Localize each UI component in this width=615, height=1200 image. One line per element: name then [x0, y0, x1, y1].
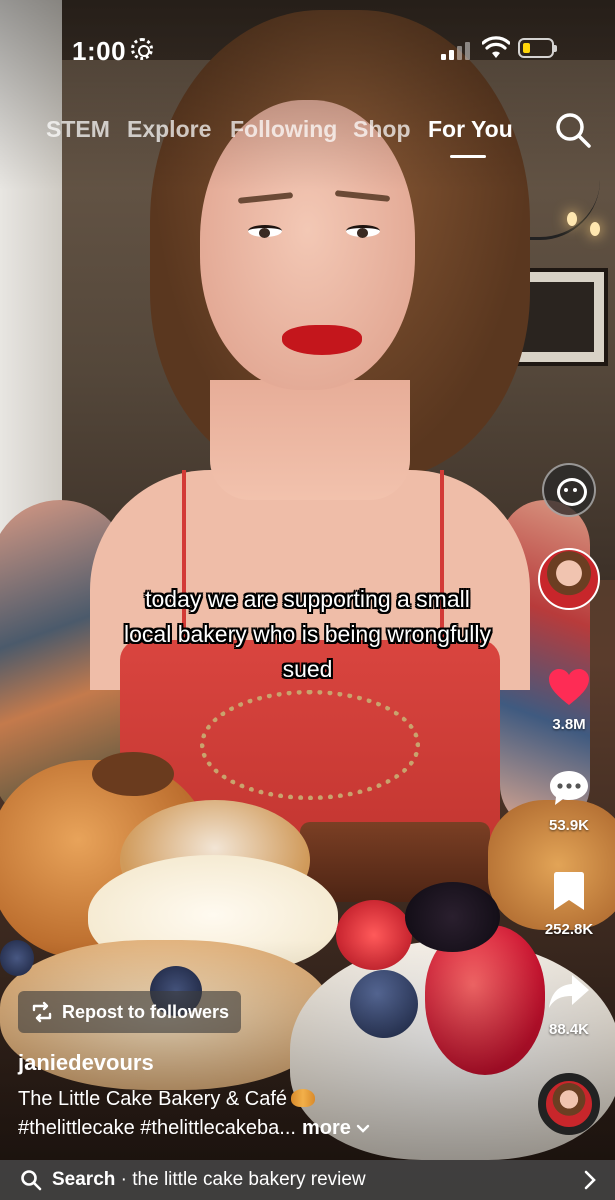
settings-gear-icon [131, 38, 153, 60]
search-query: the little cake bakery review [132, 1169, 366, 1190]
top-nav: STEM Explore Following Shop For You [0, 110, 615, 160]
tab-following[interactable]: Following [230, 116, 337, 143]
repost-icon [32, 1001, 52, 1023]
person-neck [210, 380, 410, 500]
post-hashtags[interactable]: #thelittlecake #thelittlecakeba... more [18, 1117, 370, 1140]
post-description: The Little Cake Bakery & Café [18, 1088, 316, 1111]
share-count: 88.4K [548, 1021, 590, 1038]
more-link[interactable]: more [302, 1117, 351, 1139]
active-tab-indicator [450, 155, 486, 158]
like-button[interactable]: 3.8M [536, 667, 602, 733]
dress-bow-embroidery [200, 690, 420, 800]
search-suggestion-text: Search · the little cake bakery review [52, 1169, 366, 1190]
sound-disc[interactable] [538, 1073, 600, 1135]
search-icon [21, 1170, 42, 1191]
croissant-emoji-icon [291, 1089, 316, 1107]
save-count: 252.8K [544, 921, 594, 938]
bookmark-icon [554, 872, 584, 910]
status-bar: 1:00 [0, 0, 615, 100]
search-suggestion-bar[interactable]: Search · the little cake bakery review [0, 1160, 615, 1200]
tab-for-you[interactable]: For You [428, 116, 513, 143]
post-description-text: The Little Cake Bakery & Café [18, 1088, 288, 1110]
like-count: 3.8M [552, 716, 586, 733]
heart-icon [549, 669, 589, 705]
share-arrow-icon [549, 975, 589, 1008]
hashtags-text[interactable]: #thelittlecake #thelittlecakeba... [18, 1117, 296, 1139]
tab-explore[interactable]: Explore [127, 116, 211, 143]
repost-label: Repost to followers [62, 1001, 230, 1022]
share-button[interactable]: 88.4K [536, 972, 602, 1038]
status-time: 1:00 [72, 36, 127, 66]
wifi-icon [482, 36, 510, 58]
search-label: Search [52, 1169, 116, 1190]
comment-button[interactable]: 53.9K [536, 768, 602, 834]
creator-username[interactable]: janiedevours [18, 1050, 154, 1076]
chevron-right-icon [584, 1170, 596, 1190]
search-icon[interactable] [553, 110, 593, 150]
cellular-signal-icon [441, 40, 471, 60]
repost-to-followers-button[interactable]: Repost to followers [18, 991, 242, 1033]
chevron-down-icon [357, 1124, 370, 1133]
video-caption: today we are supporting a small local ba… [124, 586, 491, 682]
chocolate-disc [92, 752, 174, 796]
creator-avatar[interactable] [538, 548, 600, 610]
save-button[interactable]: 252.8K [536, 870, 602, 938]
comment-icon [550, 771, 588, 805]
person-lips [282, 325, 362, 355]
tab-shop[interactable]: Shop [353, 116, 411, 143]
battery-icon [518, 38, 557, 58]
ai-chat-icon[interactable] [542, 463, 596, 517]
comment-count: 53.9K [548, 817, 590, 834]
tab-stem[interactable]: STEM [46, 116, 110, 143]
